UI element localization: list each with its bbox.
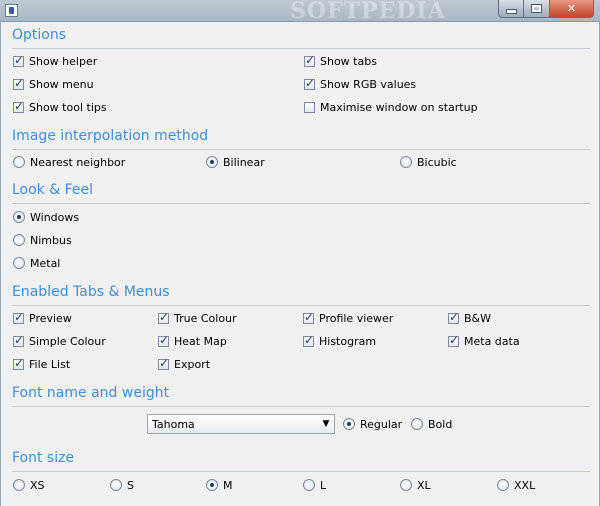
maximise-window-checkbox[interactable]: Maximise window on startup xyxy=(304,99,478,115)
checkbox-icon xyxy=(13,356,24,370)
true-colour-checkbox[interactable]: True Colour xyxy=(158,310,237,326)
title-bar[interactable]: SOFTPEDIA ✕ xyxy=(0,0,600,22)
checkbox-icon xyxy=(13,99,24,113)
font-size-m-radio[interactable]: M xyxy=(206,477,233,493)
checkbox-icon xyxy=(158,356,169,370)
radio-icon xyxy=(110,479,122,491)
tabs-menus-separator xyxy=(12,305,590,306)
export-checkbox[interactable]: Export xyxy=(158,356,210,372)
show-rgb-values-checkbox[interactable]: Show RGB values xyxy=(304,76,416,92)
font-name-value: Tahoma xyxy=(152,417,195,431)
radio-icon xyxy=(13,234,25,246)
look-feel-title: Look & Feel xyxy=(12,182,94,198)
window-controls: ✕ xyxy=(498,0,594,18)
font-name-select[interactable]: Tahoma ▼ xyxy=(147,414,335,434)
radio-icon xyxy=(303,479,315,491)
file-list-checkbox[interactable]: File List xyxy=(13,356,70,372)
checkbox-icon xyxy=(304,53,315,67)
nearest-neighbor-radio[interactable]: Nearest neighbor xyxy=(13,154,125,170)
windows-laf-radio[interactable]: Windows xyxy=(13,209,79,225)
interpolation-title: Image interpolation method xyxy=(12,128,209,144)
radio-icon xyxy=(497,479,509,491)
show-menu-checkbox[interactable]: Show menu xyxy=(13,76,94,92)
show-helper-checkbox[interactable]: Show helper xyxy=(13,53,97,69)
checkbox-icon xyxy=(304,101,315,113)
close-icon: ✕ xyxy=(566,2,577,15)
radio-icon xyxy=(13,479,25,491)
close-button[interactable]: ✕ xyxy=(550,0,594,18)
maximize-button[interactable] xyxy=(524,0,550,18)
show-tool-tips-checkbox[interactable]: Show tool tips xyxy=(13,99,107,115)
radio-icon xyxy=(343,418,355,430)
font-name-title: Font name and weight xyxy=(12,385,170,401)
checkbox-icon xyxy=(304,76,315,90)
radio-icon xyxy=(400,479,412,491)
bw-checkbox[interactable]: B&W xyxy=(448,310,491,326)
look-feel-separator xyxy=(12,203,590,204)
bilinear-radio[interactable]: Bilinear xyxy=(206,154,265,170)
radio-icon xyxy=(411,418,423,430)
checkbox-icon xyxy=(13,53,24,67)
radio-icon xyxy=(13,211,25,223)
checkbox-icon xyxy=(303,310,314,324)
maximize-icon xyxy=(531,4,542,13)
bicubic-radio[interactable]: Bicubic xyxy=(400,154,457,170)
preview-checkbox[interactable]: Preview xyxy=(13,310,72,326)
java-app-icon xyxy=(5,4,18,17)
checkbox-icon xyxy=(13,310,24,324)
checkbox-icon xyxy=(158,333,169,347)
metal-laf-radio[interactable]: Metal xyxy=(13,255,60,271)
font-size-xs-radio[interactable]: XS xyxy=(13,477,45,493)
radio-icon xyxy=(206,156,218,168)
radio-icon xyxy=(13,257,25,269)
checkbox-icon xyxy=(13,333,24,347)
minimize-button[interactable] xyxy=(498,0,524,18)
options-title: Options xyxy=(12,27,67,43)
meta-data-checkbox[interactable]: Meta data xyxy=(448,333,520,349)
nimbus-laf-radio[interactable]: Nimbus xyxy=(13,232,72,248)
simple-colour-checkbox[interactable]: Simple Colour xyxy=(13,333,106,349)
font-name-separator xyxy=(12,406,590,407)
minimize-icon xyxy=(505,9,517,14)
font-size-xxl-radio[interactable]: XXL xyxy=(497,477,535,493)
font-size-l-radio[interactable]: L xyxy=(303,477,326,493)
show-tabs-checkbox[interactable]: Show tabs xyxy=(304,53,377,69)
checkbox-icon xyxy=(13,76,24,90)
checkbox-icon xyxy=(448,333,459,347)
font-size-title: Font size xyxy=(12,450,75,466)
radio-icon xyxy=(13,156,25,168)
radio-icon xyxy=(400,156,412,168)
regular-weight-radio[interactable]: Regular xyxy=(343,416,402,432)
checkbox-icon xyxy=(448,310,459,324)
font-size-xl-radio[interactable]: XL xyxy=(400,477,431,493)
profile-viewer-checkbox[interactable]: Profile viewer xyxy=(303,310,393,326)
radio-icon xyxy=(206,479,218,491)
font-size-s-radio[interactable]: S xyxy=(110,477,134,493)
histogram-checkbox[interactable]: Histogram xyxy=(303,333,376,349)
interpolation-separator xyxy=(12,149,590,150)
dropdown-arrow-icon: ▼ xyxy=(322,419,330,429)
checkbox-icon xyxy=(158,310,169,324)
watermark: SOFTPEDIA xyxy=(290,0,446,24)
bold-weight-radio[interactable]: Bold xyxy=(411,416,452,432)
checkbox-icon xyxy=(303,333,314,347)
font-size-separator xyxy=(12,471,590,472)
tabs-menus-title: Enabled Tabs & Menus xyxy=(12,284,170,300)
options-separator xyxy=(12,48,590,49)
heat-map-checkbox[interactable]: Heat Map xyxy=(158,333,227,349)
